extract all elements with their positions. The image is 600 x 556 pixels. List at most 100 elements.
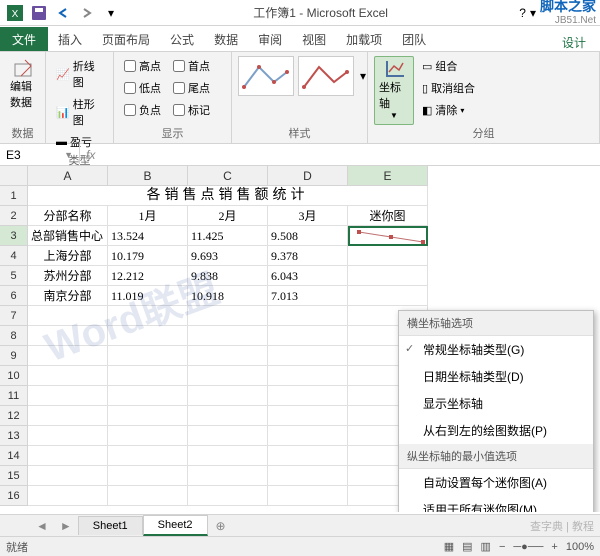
data-cell[interactable]: 11.425 [188,226,268,246]
sheet-tab-1[interactable]: Sheet1 [78,516,143,535]
redo-icon[interactable] [76,2,98,24]
data-cell[interactable]: 9.378 [268,246,348,266]
lastpoint-checkbox[interactable]: 尾点 [169,78,214,98]
header-cell[interactable]: 3月 [268,206,348,226]
firstpoint-checkbox[interactable]: 首点 [169,56,214,76]
view-normal-icon[interactable]: ▦ [444,540,454,553]
tab-file[interactable]: 文件 [0,27,48,51]
dd-item-normal-axis[interactable]: ✓常规坐标轴类型(G) [399,336,593,363]
name-box[interactable]: E3▼ [0,146,80,164]
tab-addins[interactable]: 加载项 [336,27,392,51]
header-cell[interactable]: 迷你图 [348,206,428,226]
excel-icon[interactable]: X [4,2,26,24]
row-header[interactable]: 4 [0,246,28,266]
data-cell[interactable]: 南京分部 [28,286,108,306]
data-cell[interactable] [348,266,428,286]
row-header[interactable]: 14 [0,446,28,466]
col-header-d[interactable]: D [268,166,348,186]
data-cell[interactable]: 上海分部 [28,246,108,266]
row-header[interactable]: 7 [0,306,28,326]
view-pagelayout-icon[interactable]: ▤ [462,540,472,553]
zoom-slider[interactable]: ─●── [513,541,543,553]
tab-view[interactable]: 视图 [292,27,336,51]
sheet-tab-2[interactable]: Sheet2 [143,515,208,536]
sparkline-cell[interactable] [348,226,428,246]
sheet-nav-next-icon[interactable]: ► [54,519,78,533]
row-header[interactable]: 15 [0,466,28,486]
data-cell[interactable]: 7.013 [268,286,348,306]
style-more-icon[interactable]: ▾ [358,67,368,85]
select-all-corner[interactable] [0,166,28,186]
column-chart-button[interactable]: 📊柱形图 [52,94,107,130]
highpoint-checkbox[interactable]: 高点 [120,56,165,76]
data-cell[interactable]: 13.524 [108,226,188,246]
data-cell[interactable] [348,286,428,306]
zoom-level[interactable]: 100% [566,541,594,553]
axis-button[interactable]: 坐标轴 ▼ [374,56,414,125]
tab-insert[interactable]: 插入 [48,27,92,51]
data-cell[interactable]: 6.043 [268,266,348,286]
zoom-out-icon[interactable]: − [499,541,505,553]
row-header[interactable]: 5 [0,266,28,286]
add-sheet-button[interactable]: ⊕ [208,516,234,536]
row-header[interactable]: 13 [0,426,28,446]
header-cell[interactable]: 1月 [108,206,188,226]
dd-item-rtl-plot[interactable]: 从右到左的绘图数据(P) [399,417,593,444]
data-cell[interactable]: 12.212 [108,266,188,286]
data-cell[interactable]: 总部销售中心 [28,226,108,246]
view-pagebreak-icon[interactable]: ▥ [481,540,491,553]
data-cell[interactable]: 9.693 [188,246,268,266]
save-icon[interactable] [28,2,50,24]
data-cell[interactable]: 9.838 [188,266,268,286]
tab-team[interactable]: 团队 [392,27,436,51]
style-preview-2[interactable] [298,56,354,96]
markers-checkbox[interactable]: 标记 [169,100,214,120]
row-header[interactable]: 11 [0,386,28,406]
negpoint-checkbox[interactable]: 负点 [120,100,165,120]
fx-icon[interactable]: fx [80,148,101,162]
row-header[interactable]: 3 [0,226,28,246]
tab-page-layout[interactable]: 页面布局 [92,27,160,51]
col-header-a[interactable]: A [28,166,108,186]
edit-data-button[interactable]: 编辑数据 [6,56,39,112]
clear-button[interactable]: ◧清除 ▾ [418,100,479,120]
tab-data[interactable]: 数据 [204,27,248,51]
data-cell[interactable]: 10.918 [188,286,268,306]
dd-item-min-auto-each[interactable]: 自动设置每个迷你图(A) [399,469,593,496]
tab-formulas[interactable]: 公式 [160,27,204,51]
data-cell[interactable]: 苏州分部 [28,266,108,286]
row-header[interactable]: 16 [0,486,28,506]
header-cell[interactable]: 分部名称 [28,206,108,226]
col-header-b[interactable]: B [108,166,188,186]
row-header[interactable]: 9 [0,346,28,366]
row-header[interactable]: 2 [0,206,28,226]
qat-customize-icon[interactable]: ▾ [100,2,122,24]
row-header[interactable]: 12 [0,406,28,426]
help-icon[interactable]: ? [519,6,526,20]
data-cell[interactable]: 9.508 [268,226,348,246]
row-header[interactable]: 1 [0,186,28,206]
row-header[interactable]: 6 [0,286,28,306]
data-cell[interactable]: 11.019 [108,286,188,306]
col-header-e[interactable]: E [348,166,428,186]
data-cell[interactable]: 10.179 [108,246,188,266]
line-chart-button[interactable]: 📈折线图 [52,56,107,92]
row-header[interactable]: 10 [0,366,28,386]
group-button[interactable]: ▭组合 [418,56,479,76]
header-cell[interactable]: 2月 [188,206,268,226]
style-preview-1[interactable] [238,56,294,96]
sheet-nav-prev-icon[interactable]: ◄ [30,519,54,533]
lowpoint-checkbox[interactable]: 低点 [120,78,165,98]
dd-item-show-axis[interactable]: 显示坐标轴 [399,390,593,417]
title-cell[interactable]: 各销售点销售额统计 [28,186,428,206]
tab-design[interactable]: 设计 [552,30,596,54]
col-header-c[interactable]: C [188,166,268,186]
dd-item-date-axis[interactable]: 日期坐标轴类型(D) [399,363,593,390]
tab-review[interactable]: 审阅 [248,27,292,51]
zoom-in-button[interactable]: + [551,541,557,553]
dd-item-min-all[interactable]: 适用于所有迷你图(M) [399,496,593,512]
ungroup-button[interactable]: ▯取消组合 [418,78,479,98]
undo-icon[interactable] [52,2,74,24]
data-cell[interactable] [348,246,428,266]
row-header[interactable]: 8 [0,326,28,346]
